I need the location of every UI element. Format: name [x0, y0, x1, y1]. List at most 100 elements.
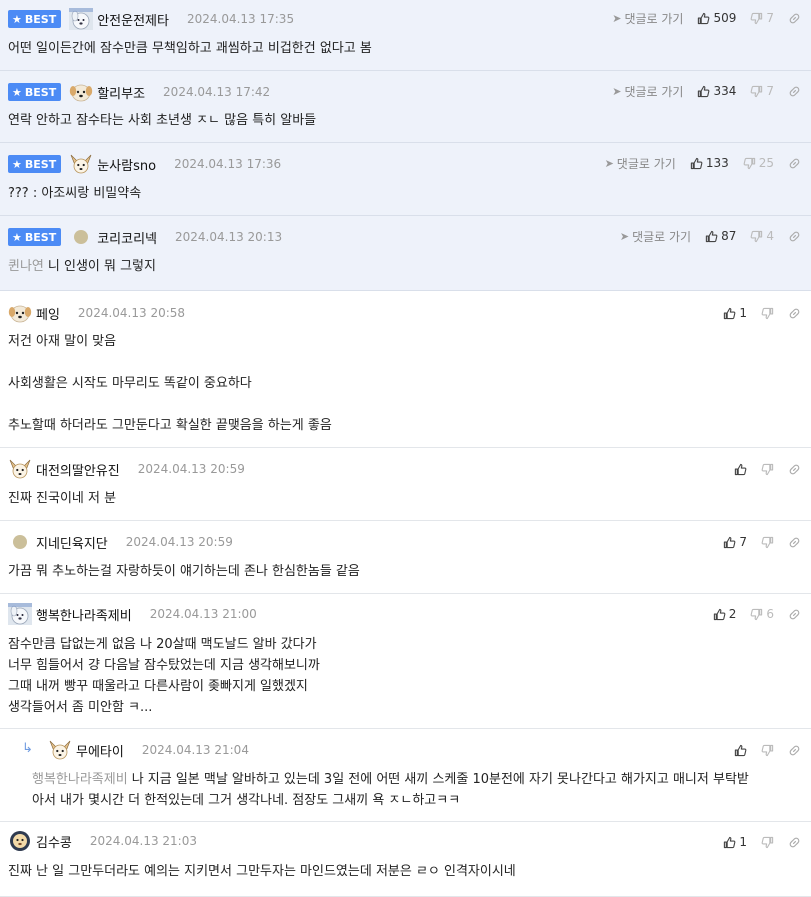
upvote-button[interactable]: 334	[697, 84, 736, 98]
go-to-reply-link[interactable]: ➤ 댓글로 가기	[612, 83, 683, 100]
thumbs-up-icon	[723, 536, 736, 549]
comment-text: 추노할때 하더라도 그만둔다고 확실한 끝맺음을 하는게 좋음	[8, 418, 332, 433]
avatar[interactable]	[48, 739, 72, 761]
comment-text: 진짜 진국이네 저 분	[8, 491, 117, 506]
avatar[interactable]	[8, 830, 32, 852]
comment-timestamp: 2024.04.13 21:03	[89, 834, 197, 848]
comment-actions: 26	[713, 605, 801, 623]
comment-body: 퀸나연 니 인생이 뭐 그렇지	[8, 256, 799, 277]
go-to-reply-link[interactable]: ➤ 댓글로 가기	[612, 10, 683, 27]
comment: 김수콩 2024.04.13 21:03 1 진짜 난 일 그만두더라도 예의는 지키…	[0, 822, 811, 897]
thumbs-up-icon	[690, 157, 703, 170]
comment-line	[8, 352, 799, 373]
comment-text: 진짜 난 일 그만두더라도 예의는 지키면서 그만두자는 마인드였는데 저분은 …	[8, 864, 516, 879]
comment-text: 나 지금 일본 맥날 알바하고 있는데 3일 전에 어떤 새끼 스케줄 10분전…	[131, 772, 749, 787]
comment-text: 저건 아재 말이 맞음	[8, 334, 117, 349]
upvote-button[interactable]: 133	[690, 156, 729, 170]
comment-text: 너무 힘들어서 걍 다음날 잠수탔었는데 지금 생각해보니까	[8, 658, 320, 673]
link-icon[interactable]	[788, 463, 801, 476]
thumbs-down-icon	[743, 157, 756, 170]
upvote-button[interactable]: 2	[713, 607, 736, 621]
comment-actions: 7	[723, 533, 801, 551]
avatar[interactable]	[8, 458, 32, 480]
comment-text: 아서 내가 몇시간 더 한적있는데 그거 생각나네. 점장도 그새끼 욕 ㅈㄴ하…	[32, 793, 461, 808]
comment: 페잉 2024.04.13 20:58 1 저건 아재 말이 맞음사회생활은 시작도 …	[0, 293, 811, 448]
link-icon[interactable]	[788, 12, 801, 25]
send-arrow-icon: ➤	[619, 229, 630, 243]
author-nickname[interactable]: 할리부조	[97, 83, 145, 102]
comment-text: 어떤 일이든간에 잠수만큼 무책임하고 괘씸하고 비겁한건 없다고 봄	[8, 41, 372, 56]
downvote-button[interactable]	[761, 836, 774, 849]
comment-line: 사회생활은 시작도 마무리도 똑같이 중요하다	[8, 373, 799, 394]
comment-actions: ➤ 댓글로 가기 334 7	[612, 82, 801, 100]
link-icon[interactable]	[788, 230, 801, 243]
comment-timestamp: 2024.04.13 20:58	[77, 306, 186, 320]
link-icon[interactable]	[788, 157, 801, 170]
upvote-button[interactable]: 1	[723, 306, 747, 320]
avatar[interactable]	[69, 8, 94, 30]
upvote-button[interactable]	[734, 463, 747, 476]
comment-line: 저건 아재 말이 맞음	[8, 331, 799, 352]
downvote-button[interactable]	[761, 536, 774, 549]
avatar[interactable]	[74, 230, 89, 244]
thumbs-down-icon	[750, 85, 763, 98]
upvote-button[interactable]: 1	[723, 835, 747, 849]
thumbs-up-icon	[713, 608, 726, 621]
downvote-button[interactable]: 7	[750, 84, 774, 98]
mention-nickname[interactable]: 퀸나연	[8, 259, 44, 274]
downvote-button[interactable]: 6	[750, 607, 774, 621]
comment: 지네딘육지단 2024.04.13 20:59 7 가끔 뭐 추노하는걸 자랑하듯이 …	[0, 521, 811, 594]
downvote-button[interactable]	[761, 744, 774, 757]
avatar[interactable]	[69, 153, 93, 175]
link-icon[interactable]	[788, 744, 801, 757]
link-icon[interactable]	[788, 608, 801, 621]
star-icon: ★	[12, 85, 22, 99]
author-nickname[interactable]: 행복한나라족제비	[36, 605, 132, 624]
comment-line: 진짜 난 일 그만두더라도 예의는 지키면서 그만두자는 마인드였는데 저분은 …	[8, 861, 799, 882]
comment: 대전의딸안유진 2024.04.13 20:59 진짜 진국이네 저 분	[0, 448, 811, 521]
comment-header: 무에타이 2024.04.13 21:04	[48, 739, 249, 761]
downvote-count: 7	[766, 84, 774, 98]
downvote-button[interactable]: 25	[743, 156, 774, 170]
author-nickname[interactable]: 눈사람sno	[97, 155, 156, 174]
downvote-button[interactable]	[761, 307, 774, 320]
link-icon[interactable]	[788, 836, 801, 849]
send-arrow-icon: ➤	[612, 84, 622, 98]
comment-line: 어떤 일이든간에 잠수만큼 무책임하고 괘씸하고 비겁한건 없다고 봄	[8, 38, 799, 59]
author-nickname[interactable]: 안전운전제타	[97, 10, 169, 29]
link-icon[interactable]	[788, 307, 801, 320]
mention-nickname[interactable]: 행복한나라족제비	[32, 772, 128, 787]
avatar[interactable]	[69, 81, 93, 103]
comment-header: ★ BEST 코리코리넥 2024.04.13 20:13	[8, 226, 282, 248]
go-to-reply-link[interactable]: ➤ 댓글로 가기	[605, 155, 676, 172]
downvote-button[interactable]: 7	[750, 11, 774, 25]
link-icon[interactable]	[788, 536, 801, 549]
upvote-button[interactable]: 7	[723, 535, 747, 549]
author-nickname[interactable]: 페잉	[36, 304, 60, 323]
downvote-button[interactable]	[761, 463, 774, 476]
avatar[interactable]	[8, 302, 32, 324]
upvote-button[interactable]	[734, 744, 747, 757]
avatar[interactable]	[13, 535, 27, 549]
author-nickname[interactable]: 코리코리넥	[97, 228, 157, 247]
comment-header: ★ BEST 안전운전제타 2024.04.13 17:35	[8, 8, 294, 30]
downvote-button[interactable]: 4	[750, 229, 774, 243]
thumbs-down-icon	[750, 608, 763, 621]
avatar[interactable]	[8, 603, 32, 625]
best-comment: ★ BEST 눈사람sno 2024.04.13 17:36 ➤ 댓글로 가기 133 25?…	[0, 143, 811, 216]
comment-body: 저건 아재 말이 맞음사회생활은 시작도 마무리도 똑같이 중요하다추노할때 하…	[8, 331, 799, 436]
best-label: BEST	[24, 230, 57, 244]
comment-body: 진짜 진국이네 저 분	[8, 488, 799, 509]
author-nickname[interactable]: 지네딘육지단	[36, 533, 108, 552]
upvote-button[interactable]: 509	[697, 11, 736, 25]
author-nickname[interactable]: 김수콩	[36, 832, 72, 851]
go-to-reply-link[interactable]: ➤ 댓글로 가기	[620, 228, 691, 245]
author-nickname[interactable]: 무에타이	[76, 741, 124, 760]
comment-text: 생각들어서 좀 미안함 ㅋ...	[8, 700, 153, 715]
author-nickname[interactable]: 대전의딸안유진	[36, 460, 120, 479]
comment-actions: ➤ 댓글로 가기 133 25	[605, 154, 801, 172]
link-icon[interactable]	[788, 85, 801, 98]
comment-line: 진짜 진국이네 저 분	[8, 488, 799, 509]
comment-line: 연락 안하고 잠수타는 사회 초년생 ㅈㄴ 많음 특히 알바들	[8, 110, 799, 131]
upvote-button[interactable]: 87	[705, 229, 736, 243]
